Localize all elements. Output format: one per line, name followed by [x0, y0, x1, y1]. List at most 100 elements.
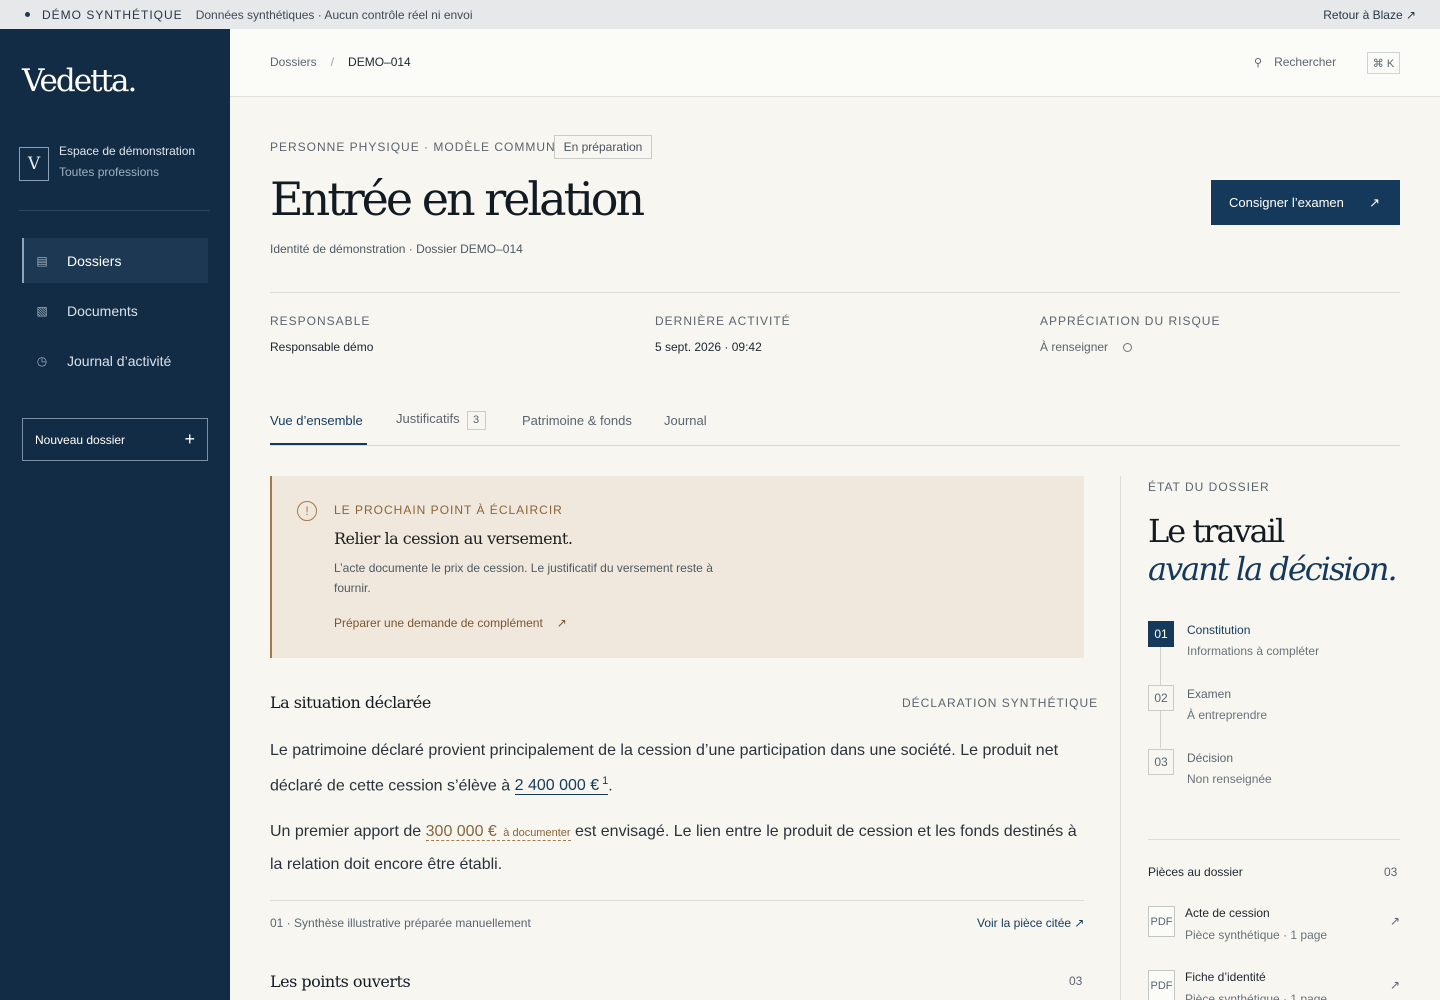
divider: [270, 900, 1084, 901]
active-tab-indicator: [270, 443, 367, 445]
divider: [1148, 839, 1400, 840]
paragraph-text: Le patrimoine déclaré provient principal…: [270, 742, 1059, 795]
step-sub: À entreprendre: [1187, 708, 1268, 722]
declared-amount-link[interactable]: 2 400 000 €1: [514, 775, 609, 796]
step-connector: [1160, 710, 1161, 748]
sidebar-item-dossiers[interactable]: ▤ Dossiers: [22, 238, 208, 283]
workspace-switcher[interactable]: V Espace de démonstration Toutes profess…: [19, 144, 195, 183]
workspace-initial: V: [19, 147, 49, 181]
sidebar-item-label: Dossiers: [67, 252, 122, 269]
pieces-title: Pièces au dossier: [1148, 865, 1243, 879]
meta-value: Responsable démo: [270, 340, 374, 354]
alert-title: Relier la cession au versement.: [334, 529, 573, 548]
workspace-sub: Toutes professions: [59, 165, 160, 179]
breadcrumb-current: DEMO–014: [348, 55, 411, 69]
step-number: 02: [1148, 685, 1174, 711]
search-shortcut: ⌘ K: [1367, 52, 1400, 74]
status-panel-title: Le travail avant la décision.: [1148, 512, 1398, 588]
status-panel-kicker: ÉTAT DU DOSSIER: [1148, 480, 1270, 494]
title-line: Le travail: [1148, 512, 1285, 550]
app-logo[interactable]: Vedetta.: [22, 63, 137, 99]
page-title: Entrée en relation: [270, 172, 645, 226]
step-connector: [1160, 647, 1161, 685]
alert-kicker: LE PROCHAIN POINT À ÉCLAIRCIR: [334, 503, 563, 517]
sidebar-nav: ▤ Dossiers ▧ Documents ◷ Journal d’activ…: [22, 238, 208, 388]
tab-journal[interactable]: Journal: [664, 413, 707, 428]
piece-item[interactable]: PDF Fiche d’identité Pièce synthétique ·…: [1148, 970, 1400, 1000]
risk-value[interactable]: À renseigner: [1040, 340, 1220, 354]
meta-value: À renseigner: [1040, 340, 1109, 354]
tab-patrimoine[interactable]: Patrimoine & fonds: [522, 413, 632, 428]
workspace-name: Espace de démonstration: [59, 144, 196, 158]
sidebar: Vedetta. V Espace de démonstration Toute…: [0, 29, 230, 1000]
tab-label: Justificatifs: [396, 411, 460, 426]
sidebar-item-documents[interactable]: ▧ Documents: [22, 288, 208, 333]
amount-value: 300 000 €: [425, 823, 497, 840]
demo-message: Données synthétiques · Aucun contrôle ré…: [195, 7, 473, 22]
panel-divider: [1120, 476, 1121, 1000]
breadcrumb-root[interactable]: Dossiers: [270, 55, 317, 69]
folder-list-icon: ▤: [36, 253, 48, 268]
tab-count-badge: 3: [466, 411, 486, 430]
piece-name: Fiche d’identité: [1185, 970, 1266, 984]
paragraph-text: .: [608, 777, 613, 795]
search-icon: ⚲: [1254, 57, 1263, 69]
breadcrumb: Dossiers / DEMO–014: [270, 55, 411, 69]
meta-value: 5 sept. 2026 · 09:42: [655, 340, 762, 354]
sidebar-item-journal[interactable]: ◷ Journal d’activité: [22, 338, 208, 383]
alert-description: L’acte documente le prix de cession. Le …: [334, 561, 713, 595]
open-points-title: Les points ouverts: [270, 972, 411, 991]
pieces-count: 03: [1384, 865, 1398, 879]
sidebar-divider: [19, 210, 210, 211]
tab-bar: Vue d’ensemble Justificatifs 3 Patrimoine…: [270, 408, 1400, 446]
arrow-up-right-icon: ↗: [1389, 978, 1400, 992]
meta-responsable: RESPONSABLE Responsable démo: [270, 314, 373, 354]
situation-title: La situation déclarée: [270, 693, 431, 712]
search-button[interactable]: ⚲ Rechercher: [1254, 55, 1336, 69]
tab-justificatifs[interactable]: Justificatifs 3: [396, 411, 486, 430]
new-dossier-button[interactable]: Nouveau dossier +: [22, 418, 208, 461]
demo-tag: DÉMO SYNTHÉTIQUE: [42, 7, 183, 22]
situation-paragraph-2: Un premier apport de 300 000 € à documen…: [270, 816, 1084, 880]
situation-tag: DÉCLARATION SYNTHÉTIQUE: [902, 696, 1099, 710]
meta-label: DERNIÈRE ACTIVITÉ: [655, 314, 791, 328]
new-dossier-label: Nouveau dossier: [35, 432, 126, 447]
dossier-kicker: PERSONNE PHYSIQUE · MODÈLE COMMUN: [270, 140, 556, 154]
step-sub: Informations à compléter: [1187, 644, 1320, 658]
clock-icon: ◷: [36, 353, 48, 368]
step-title: Examen: [1187, 687, 1232, 701]
meta-label: RESPONSABLE: [270, 314, 371, 328]
consign-review-button[interactable]: Consigner l’examen ↗: [1211, 180, 1400, 225]
plus-icon: +: [184, 429, 195, 449]
exclamation-icon: !: [297, 501, 317, 521]
link-label: Préparer une demande de complément: [334, 616, 543, 630]
piece-name: Acte de cession: [1185, 906, 1270, 920]
tab-overview[interactable]: Vue d’ensemble: [270, 413, 363, 428]
view-cited-piece-link[interactable]: Voir la pièce citée ↗: [977, 916, 1084, 930]
step-sub: Non renseignée: [1187, 772, 1272, 786]
arrow-up-right-icon: ↗: [1369, 194, 1380, 210]
amount-to-document[interactable]: 300 000 € à documenter: [425, 823, 571, 841]
meta-risk: APPRÉCIATION DU RISQUE À renseigner: [1040, 314, 1220, 354]
pdf-file-icon: PDF: [1148, 906, 1175, 937]
amount-tag: à documenter: [503, 827, 571, 839]
status-badge: En préparation: [554, 135, 652, 159]
bullet-dot-icon: [25, 12, 30, 17]
situation-paragraph-1: Le patrimoine déclaré provient principal…: [270, 735, 1084, 801]
meta-label: APPRÉCIATION DU RISQUE: [1040, 314, 1221, 328]
demo-banner: DÉMO SYNTHÉTIQUE Données synthétiques · …: [0, 0, 1440, 29]
piece-item[interactable]: PDF Acte de cession Pièce synthétique · …: [1148, 906, 1400, 956]
piece-meta: Pièce synthétique · 1 page: [1185, 992, 1328, 1000]
step-title: Constitution: [1187, 623, 1251, 637]
sidebar-item-label: Documents: [67, 302, 138, 319]
step-number: 03: [1148, 749, 1174, 775]
footnote: 01 · Synthèse illustrative préparée manu…: [270, 916, 531, 930]
step-number: 01: [1148, 621, 1174, 647]
arrow-up-right-icon: ↗: [556, 616, 567, 630]
back-to-blaze-link[interactable]: Retour à Blaze ↗: [1323, 8, 1416, 22]
step-title: Décision: [1187, 751, 1234, 765]
divider: [270, 292, 1400, 293]
request-complement-link[interactable]: Préparer une demande de complément ↗: [334, 616, 567, 630]
title-line-italic: avant la décision.: [1148, 550, 1398, 588]
search-label: Rechercher: [1274, 55, 1337, 69]
